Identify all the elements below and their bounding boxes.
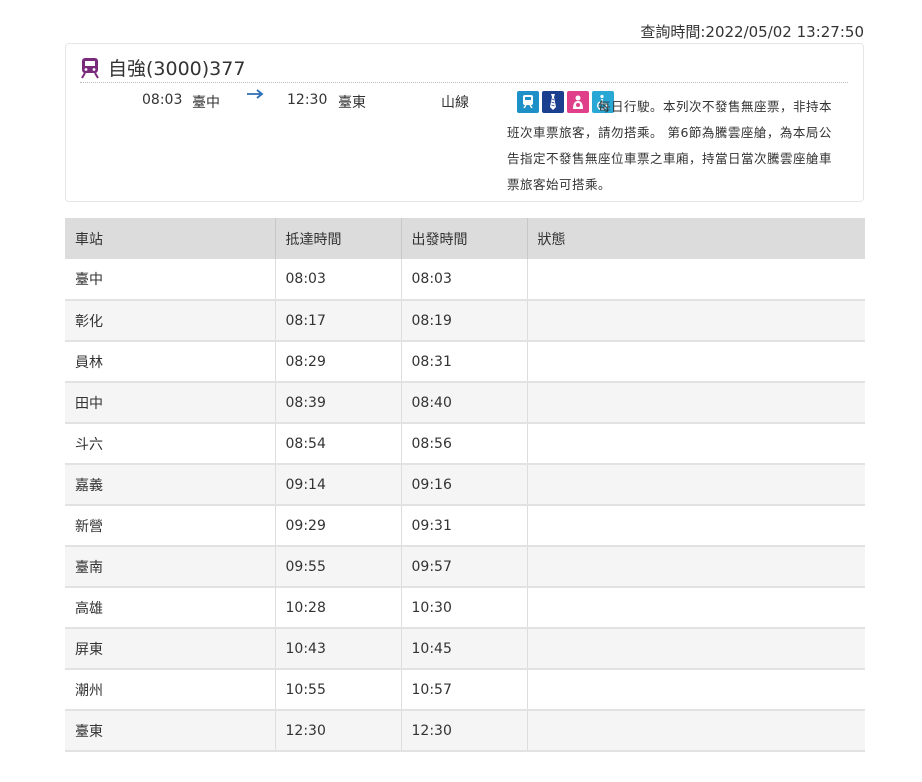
status-cell (527, 382, 865, 424)
train-icon (80, 57, 100, 79)
depart-cell: 10:45 (401, 628, 528, 670)
table-row: 臺中 08:03 08:03 (65, 259, 865, 301)
stop-schedule-table: 車站 抵達時間 出發時間 狀態 臺中 08:03 08:03 彰化 08:17 08:1… (65, 218, 865, 752)
station-cell: 屏東 (65, 628, 276, 670)
arrive-cell: 08:54 (275, 423, 402, 465)
depart-cell: 08:19 (401, 300, 528, 342)
arrive-cell: 10:55 (275, 669, 402, 711)
depart-cell: 12:30 (401, 710, 528, 752)
arrive-cell: 12:30 (275, 710, 402, 752)
status-cell (527, 628, 865, 670)
header-depart: 出發時間 (401, 218, 528, 259)
header-station: 車站 (65, 218, 276, 259)
train-name[interactable]: 自強(3000)377 (108, 54, 245, 81)
arrival-station: 臺東 (338, 95, 366, 111)
table-row: 嘉義 09:14 09:16 (65, 464, 865, 506)
table-row: 新營 09:29 09:31 (65, 505, 865, 547)
depart-cell: 09:57 (401, 546, 528, 588)
station-cell: 新營 (65, 505, 276, 547)
status-cell (527, 546, 865, 588)
arrive-cell: 08:29 (275, 341, 402, 383)
station-cell: 斗六 (65, 423, 276, 465)
station-cell: 臺中 (65, 259, 276, 301)
table-row: 員林 08:29 08:31 (65, 341, 865, 383)
departure-station: 臺中 (192, 95, 220, 111)
table-row: 田中 08:39 08:40 (65, 382, 865, 424)
line-name: 山線 (441, 95, 469, 111)
depart-cell: 08:03 (401, 259, 528, 301)
station-cell: 田中 (65, 382, 276, 424)
status-cell (527, 669, 865, 711)
depart-cell: 08:31 (401, 341, 528, 383)
status-cell (527, 259, 865, 301)
station-cell: 彰化 (65, 300, 276, 342)
table-row: 彰化 08:17 08:19 (65, 300, 865, 342)
station-cell: 員林 (65, 341, 276, 383)
table-row: 高雄 10:28 10:30 (65, 587, 865, 629)
status-cell (527, 464, 865, 506)
station-cell: 臺南 (65, 546, 276, 588)
header-arrive: 抵達時間 (275, 218, 402, 259)
train-info-card: 自強(3000)377 08:03 臺中 12:30 臺東 山線 每日行駛。本列… (65, 43, 864, 202)
arrive-cell: 09:55 (275, 546, 402, 588)
table-row: 潮州 10:55 10:57 (65, 669, 865, 711)
arrive-cell: 08:39 (275, 382, 402, 424)
arrival-time: 12:30 (287, 92, 328, 108)
table-header-row: 車站 抵達時間 出發時間 狀態 (65, 218, 865, 259)
query-time: 查詢時間:2022/05/02 13:27:50 (640, 23, 864, 41)
depart-cell: 08:56 (401, 423, 528, 465)
status-cell (527, 587, 865, 629)
status-cell (527, 710, 865, 752)
arrive-cell: 08:03 (275, 259, 402, 301)
table-row: 屏東 10:43 10:45 (65, 628, 865, 670)
departure-time: 08:03 (142, 92, 183, 108)
status-cell (527, 505, 865, 547)
arrive-cell: 10:43 (275, 628, 402, 670)
station-cell: 嘉義 (65, 464, 276, 506)
depart-cell: 10:30 (401, 587, 528, 629)
status-cell (527, 423, 865, 465)
depart-cell: 09:16 (401, 464, 528, 506)
status-cell (527, 341, 865, 383)
table-row: 臺南 09:55 09:57 (65, 546, 865, 588)
station-cell: 潮州 (65, 669, 276, 711)
status-cell (527, 300, 865, 342)
table-row: 臺東 12:30 12:30 (65, 710, 865, 752)
arrive-cell: 08:17 (275, 300, 402, 342)
depart-cell: 10:57 (401, 669, 528, 711)
arrive-cell: 09:14 (275, 464, 402, 506)
arrive-cell: 10:28 (275, 587, 402, 629)
arrow-right-icon (246, 88, 264, 104)
train-note: 每日行駛。本列次不發售無座票，非持本班次車票旅客，請勿搭乘。 第6節為騰雲座艙，… (507, 99, 833, 192)
station-cell: 臺東 (65, 710, 276, 752)
train-title-bar: 自強(3000)377 (80, 53, 848, 83)
depart-cell: 09:31 (401, 505, 528, 547)
header-status: 狀態 (527, 218, 865, 259)
station-cell: 高雄 (65, 587, 276, 629)
arrive-cell: 09:29 (275, 505, 402, 547)
table-row: 斗六 08:54 08:56 (65, 423, 865, 465)
depart-cell: 08:40 (401, 382, 528, 424)
